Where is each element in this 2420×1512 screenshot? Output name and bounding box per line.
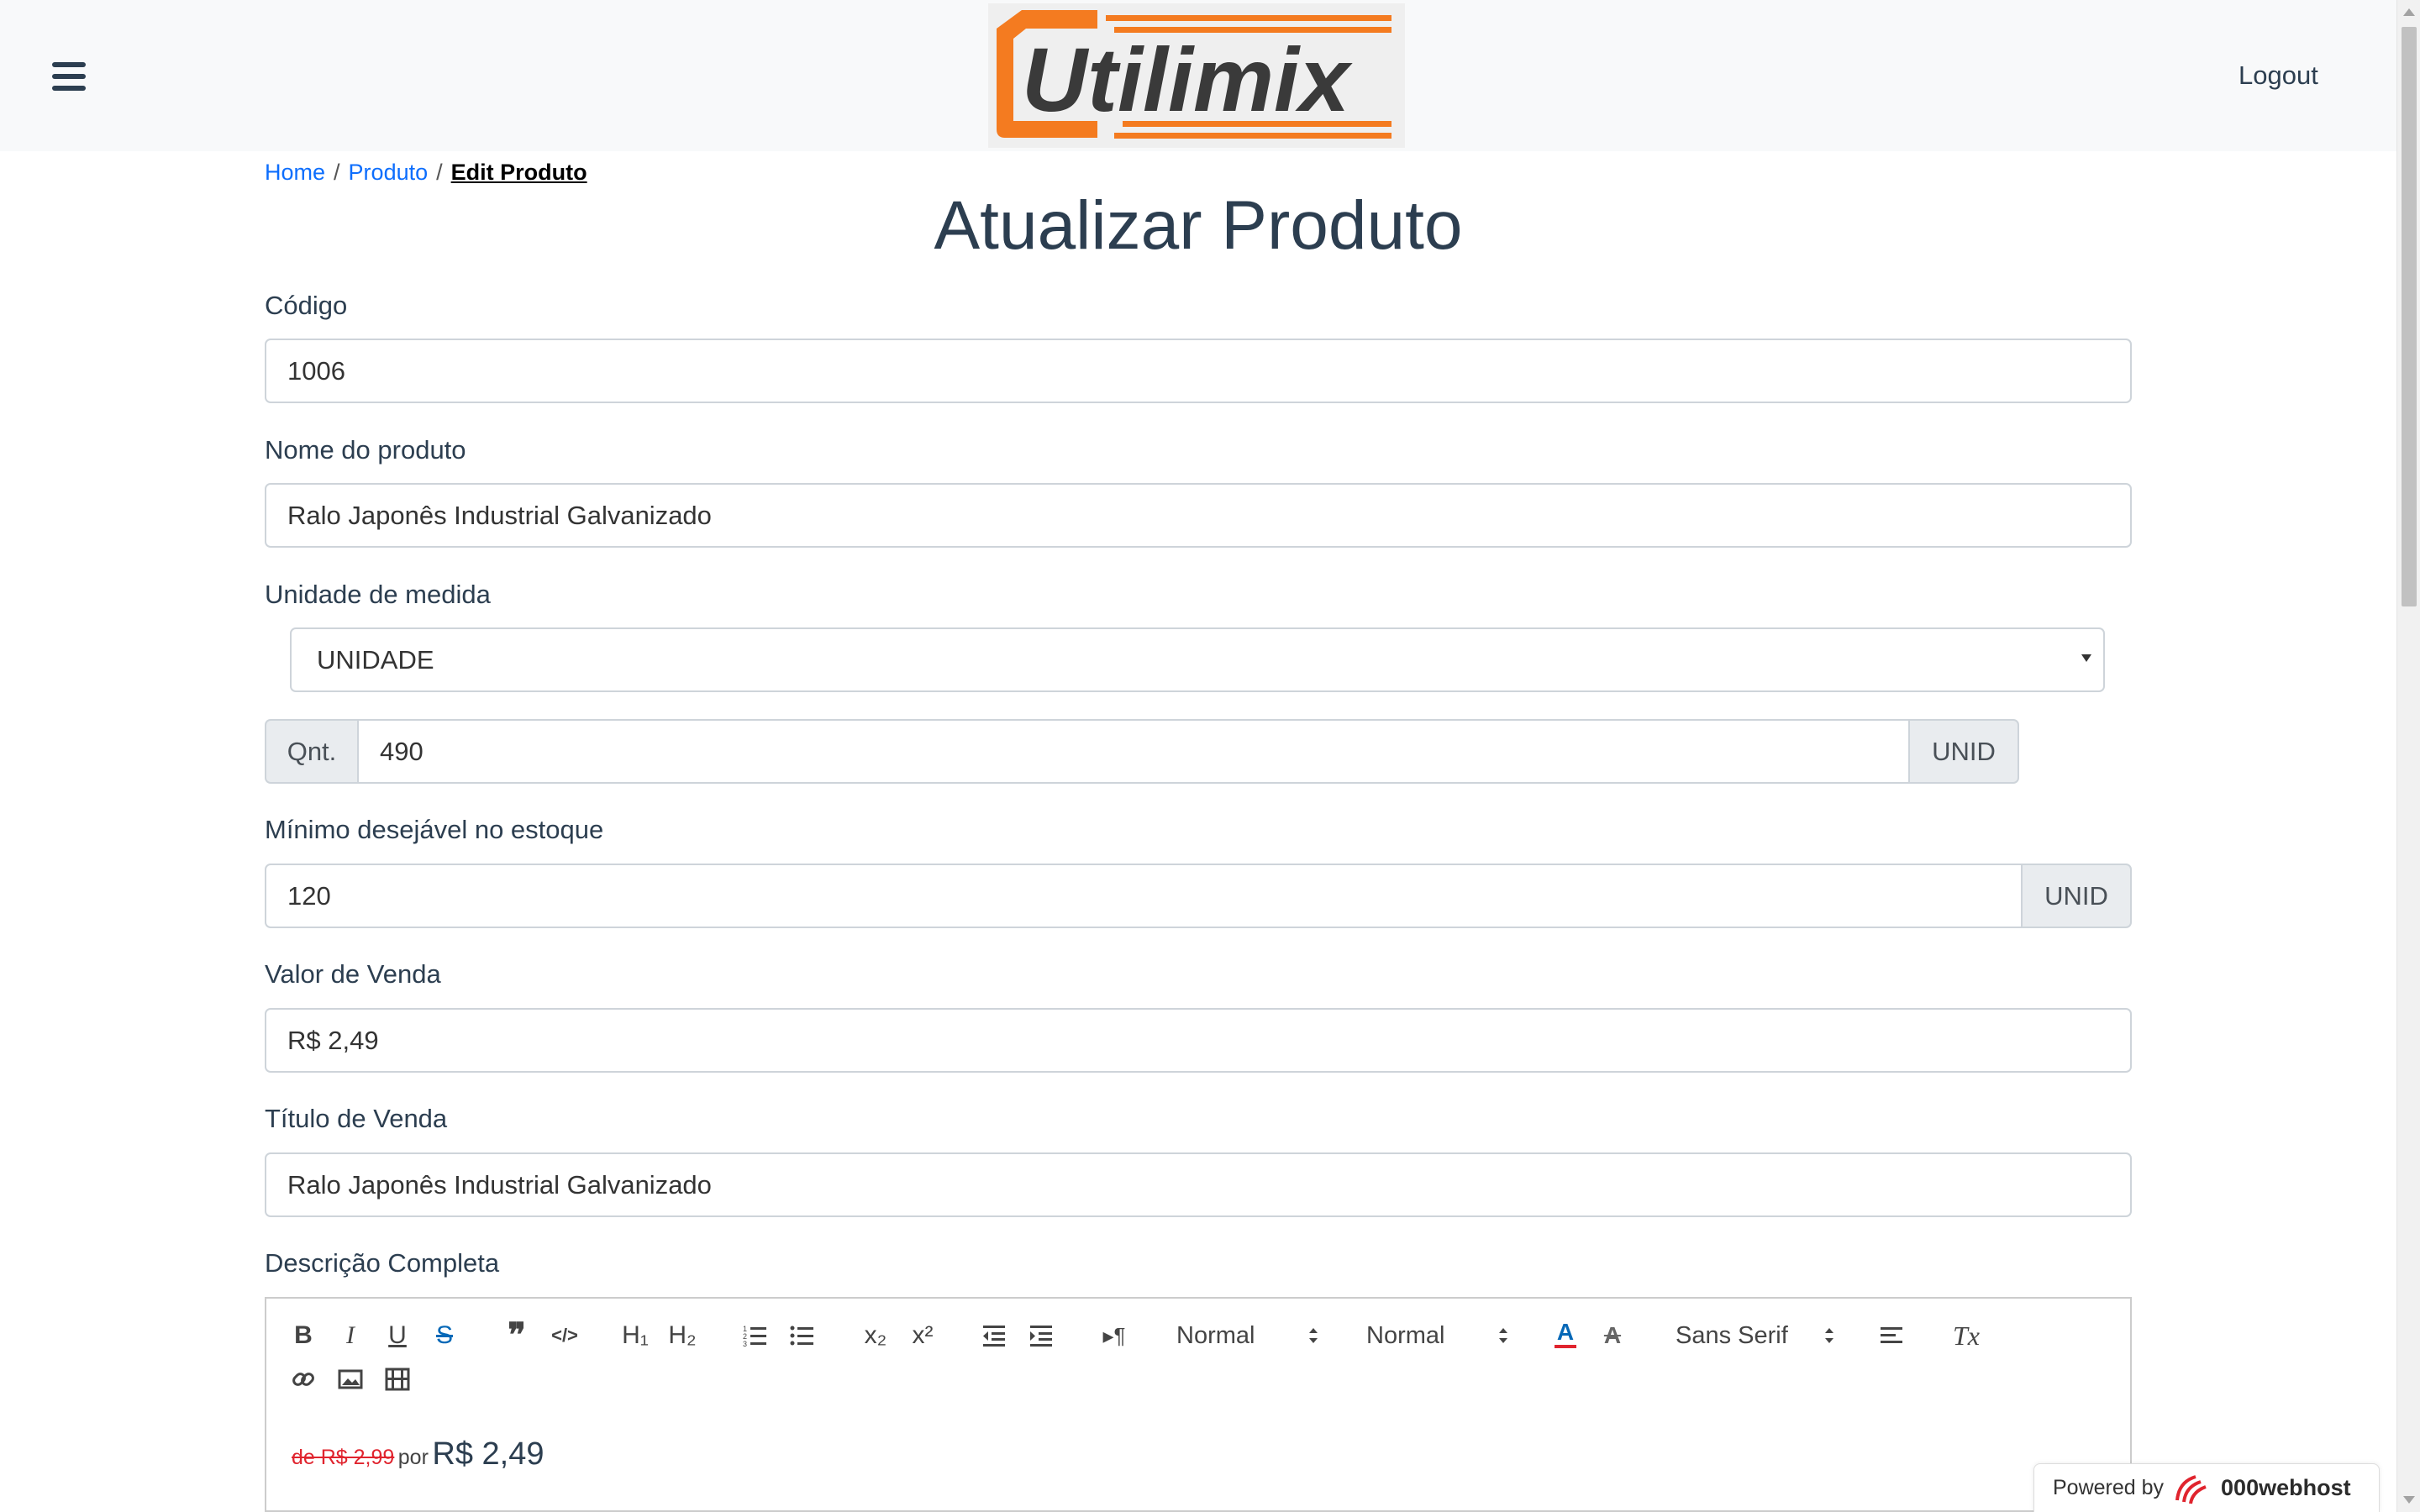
clean-format-button[interactable]: Tx: [1949, 1319, 1983, 1352]
video-icon[interactable]: [383, 1362, 412, 1396]
quantidade-input[interactable]: 490: [357, 719, 1910, 784]
breadcrumb-current: Edit Produto: [450, 160, 587, 185]
breadcrumb-produto[interactable]: Produto: [349, 160, 429, 186]
unidade-selected: UNIDADE: [317, 644, 434, 675]
nome-label: Nome do produto: [265, 435, 466, 465]
breadcrumb-separator: /: [334, 160, 340, 185]
logout-link[interactable]: Logout: [2238, 60, 2318, 91]
unidade-select[interactable]: UNIDADE: [290, 627, 2105, 692]
scroll-down-icon[interactable]: [2403, 1496, 2415, 1504]
old-price: de R$ 2,99: [292, 1446, 395, 1469]
ordered-list-graphic: 1 2 3: [743, 1325, 766, 1348]
host-brand: 000webhost: [2221, 1475, 2351, 1500]
video-graphic: [385, 1368, 410, 1391]
codigo-label: Código: [265, 291, 348, 320]
text-color-button[interactable]: A: [1551, 1317, 1580, 1351]
font-picker[interactable]: Sans Serif: [1676, 1319, 1835, 1352]
svg-text:3: 3: [743, 1340, 747, 1348]
qnt-suffix-label: UNID: [1932, 736, 1996, 766]
text-color-bar: [1555, 1345, 1576, 1348]
outdent-graphic: [983, 1326, 1005, 1347]
breadcrumb-home[interactable]: Home: [265, 160, 325, 186]
svg-text:Utilimix: Utilimix: [1022, 29, 1353, 130]
chevron-down-icon: [2081, 654, 2091, 662]
qnt-suffix: UNID: [1908, 719, 2019, 784]
h2-button[interactable]: H₂: [666, 1319, 699, 1352]
logo-graphic: Utilimix: [988, 3, 1405, 148]
code-button[interactable]: </>: [548, 1319, 581, 1352]
outdent-icon[interactable]: [980, 1319, 1008, 1352]
page-title: Atualizar Produto: [934, 187, 1463, 264]
minimo-label: Mínimo desejável no estoque: [265, 815, 604, 844]
text-color-label: A: [1556, 1319, 1575, 1345]
indent-graphic: [1030, 1326, 1052, 1347]
top-navbar: Utilimix Logout: [0, 0, 2396, 151]
direction-button[interactable]: ▸¶: [1097, 1319, 1131, 1352]
minimo-input[interactable]: 120: [265, 864, 2023, 928]
align-graphic: [1881, 1327, 1902, 1343]
codigo-value: 1006: [287, 355, 345, 386]
subscript-button[interactable]: x₂: [859, 1319, 892, 1352]
breadcrumb: Home / Produto / Edit Produto: [265, 160, 587, 186]
valor-input[interactable]: R$ 2,49: [265, 1008, 2132, 1073]
titulo-label: Título de Venda: [265, 1104, 448, 1133]
breadcrumb-separator: /: [436, 160, 443, 185]
scrollbar-thumb[interactable]: [2402, 27, 2417, 606]
quote-button[interactable]: ❞: [502, 1317, 531, 1354]
qnt-prefix-label: Qnt.: [287, 736, 337, 766]
size-picker[interactable]: Normal: [1176, 1319, 1319, 1352]
powered-by-label: Powered by: [2053, 1476, 2165, 1499]
strike-button[interactable]: S: [430, 1319, 459, 1352]
powered-by-badge[interactable]: Powered by 000webhost: [2033, 1463, 2380, 1512]
background-color-button[interactable]: A: [1598, 1319, 1627, 1352]
menu-icon[interactable]: [52, 62, 86, 91]
underline-button[interactable]: U: [383, 1319, 412, 1352]
size-picker-label: Normal: [1176, 1321, 1255, 1349]
ordered-list-icon[interactable]: 1 2 3: [741, 1319, 770, 1352]
titulo-input[interactable]: Ralo Japonês Industrial Galvanizado: [265, 1152, 2132, 1217]
header-picker-label: Normal: [1366, 1321, 1445, 1349]
bullet-list-graphic: [790, 1326, 813, 1346]
font-picker-label: Sans Serif: [1676, 1321, 1788, 1349]
bullet-list-icon[interactable]: [788, 1319, 817, 1352]
bold-button[interactable]: B: [289, 1319, 318, 1352]
scroll-up-icon[interactable]: [2403, 8, 2415, 16]
link-graphic: [292, 1373, 314, 1386]
editor-toolbar: [265, 1297, 2132, 1415]
codigo-input[interactable]: 1006: [265, 339, 2132, 403]
indent-icon[interactable]: [1027, 1319, 1055, 1352]
titulo-value: Ralo Japonês Industrial Galvanizado: [287, 1169, 712, 1200]
descricao-label: Descrição Completa: [265, 1248, 500, 1278]
header-picker[interactable]: Normal: [1366, 1319, 1509, 1352]
page-scrollbar[interactable]: [2396, 0, 2420, 1512]
italic-button[interactable]: I: [336, 1319, 365, 1352]
superscript-button[interactable]: x²: [906, 1319, 939, 1352]
nome-value: Ralo Japonês Industrial Galvanizado: [287, 500, 712, 530]
image-graphic: [338, 1369, 363, 1389]
new-price: R$ 2,49: [432, 1436, 544, 1472]
minimo-suffix-label: UNID: [2044, 880, 2108, 911]
picker-arrows-icon: [1825, 1328, 1833, 1343]
valor-value: R$ 2,49: [287, 1025, 379, 1055]
picker-arrows-icon: [1309, 1328, 1318, 1343]
utilimix-logo[interactable]: Utilimix: [988, 3, 1405, 148]
link-icon[interactable]: [289, 1362, 318, 1396]
image-icon[interactable]: [336, 1362, 365, 1396]
valor-label: Valor de Venda: [265, 959, 441, 989]
editor-content[interactable]: de R$ 2,99 por R$ 2,49: [265, 1413, 2132, 1512]
por-text: por: [397, 1446, 429, 1469]
unidade-label: Unidade de medida: [265, 580, 491, 609]
qnt-prefix: Qnt.: [265, 719, 357, 784]
000webhost-logo-icon: [2175, 1474, 2207, 1504]
minimo-value: 120: [287, 880, 331, 911]
h1-button[interactable]: H₁: [618, 1319, 652, 1352]
nome-input[interactable]: Ralo Japonês Industrial Galvanizado: [265, 483, 2132, 548]
minimo-suffix: UNID: [2021, 864, 2132, 928]
quantidade-value: 490: [380, 736, 424, 766]
align-icon[interactable]: [1877, 1319, 1906, 1352]
picker-arrows-icon: [1499, 1328, 1507, 1343]
